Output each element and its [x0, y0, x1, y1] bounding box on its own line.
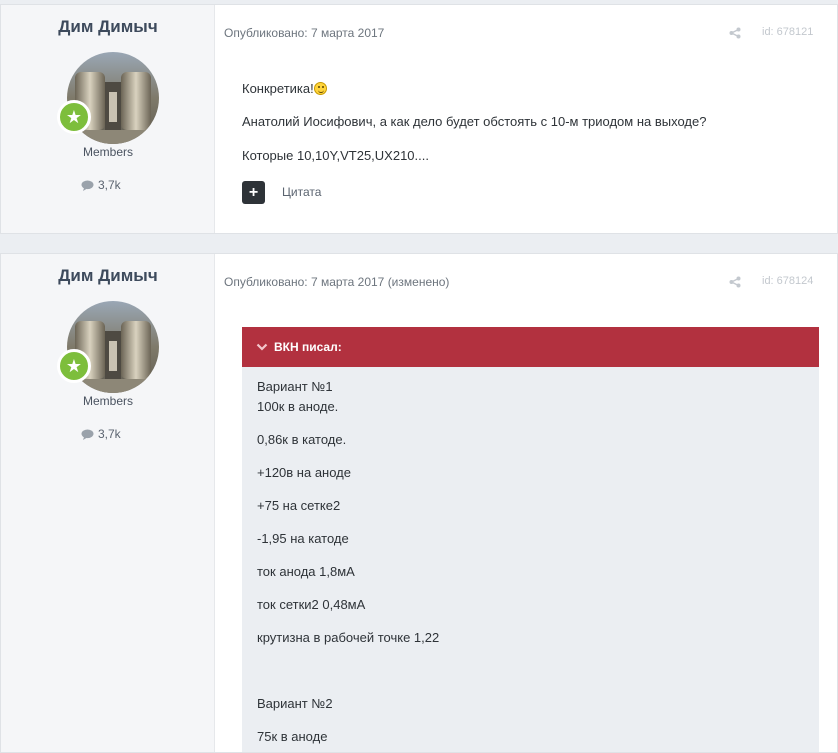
quote-line: ток сетки2 0,48мА — [257, 597, 366, 612]
avatar-container[interactable]: ★ — [57, 301, 159, 393]
forum-post: Дим Димыч ★ Members 3,7k Опубликовано: 7… — [0, 4, 838, 234]
post-id[interactable]: id: 678124 — [762, 275, 813, 287]
author-panel: Дим Димыч ★ Members 3,7k — [1, 254, 215, 752]
quote-line: 0,86к в катоде. — [257, 432, 347, 447]
post-line: Которые 10,10Y,VT25,UX210.... — [242, 148, 429, 163]
quote-line: ток анода 1,8мА — [257, 564, 355, 579]
author-name[interactable]: Дим Димыч — [1, 266, 215, 286]
post-line: Конкретика! — [242, 81, 327, 96]
quote-button[interactable]: Цитата — [282, 185, 321, 199]
reputation-count: 3,7k — [81, 427, 121, 441]
star-badge-icon: ★ — [57, 100, 91, 134]
quote-line: 100к в аноде. — [257, 399, 339, 414]
forum-post: Дим Димыч ★ Members 3,7k Опубликовано: 7… — [0, 253, 838, 753]
member-group: Members — [82, 394, 133, 408]
quote-line: Вариант №2 — [257, 696, 333, 711]
avatar-container[interactable]: ★ — [57, 52, 159, 144]
chevron-down-icon[interactable] — [256, 340, 268, 354]
quote-author: ВКН писал: — [274, 340, 342, 354]
comment-icon — [81, 180, 94, 191]
star-badge-icon: ★ — [57, 349, 91, 383]
post-date[interactable]: Опубликовано: 7 марта 2017 — [224, 26, 384, 40]
smiley-icon — [313, 82, 327, 95]
quote-header[interactable]: ВКН писал: — [242, 327, 819, 367]
reputation-count: 3,7k — [81, 178, 121, 192]
reputation-value: 3,7k — [98, 427, 121, 441]
post-line: Анатолий Иосифович, а как дело будет обс… — [242, 114, 707, 129]
reputation-value: 3,7k — [98, 178, 121, 192]
comment-icon — [81, 429, 94, 440]
quote-block: ВКН писал: Вариант №1 100к в аноде. 0,86… — [242, 327, 819, 752]
post-id[interactable]: id: 678121 — [762, 26, 813, 38]
plus-icon[interactable]: + — [242, 181, 265, 204]
author-name[interactable]: Дим Димыч — [1, 17, 215, 37]
author-panel: Дим Димыч ★ Members 3,7k — [1, 5, 215, 233]
post-date[interactable]: Опубликовано: 7 марта 2017 (изменено) — [224, 275, 449, 289]
quote-line: Вариант №1 — [257, 379, 333, 394]
quote-line: +75 на сетке2 — [257, 498, 341, 513]
quote-line: +120в на аноде — [257, 465, 351, 480]
share-icon[interactable] — [729, 275, 741, 293]
member-group: Members — [82, 145, 133, 159]
quote-line: -1,95 на катоде — [257, 531, 349, 546]
quote-line: крутизна в рабочей точке 1,22 — [257, 630, 440, 645]
quote-line: 75к в аноде — [257, 729, 328, 744]
share-icon[interactable] — [729, 26, 741, 44]
